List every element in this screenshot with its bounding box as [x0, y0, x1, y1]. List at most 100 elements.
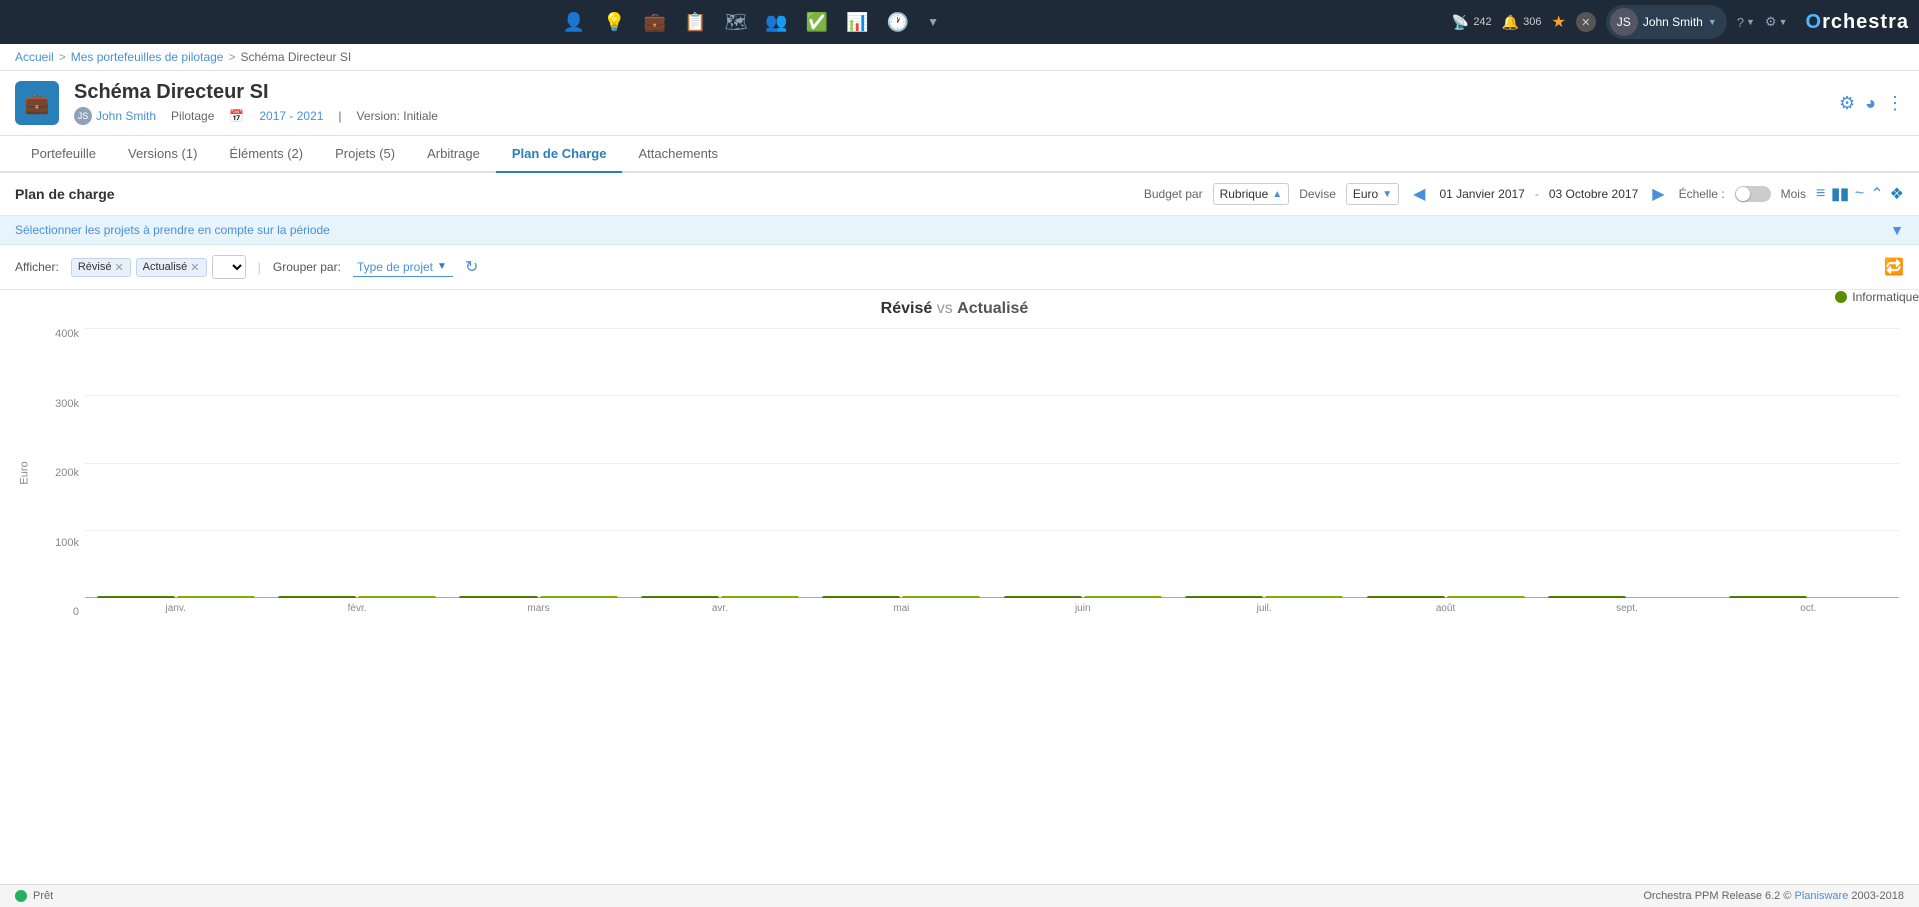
list-view-icon[interactable]: ≡: [1816, 185, 1825, 203]
footer-right: Orchestra PPM Release 6.2 © Planisware 2…: [1643, 890, 1904, 902]
avatar: JS: [1610, 8, 1638, 36]
more-action-icon[interactable]: ⋮: [1886, 93, 1904, 114]
hierarchy-icon[interactable]: 🗺: [725, 12, 748, 33]
settings-button[interactable]: ⚙ ▼: [1765, 14, 1788, 30]
nav-icons: 👤 💡 💼 📋 🗺 👥 ✅ 📊 🕐 ▼: [50, 12, 1452, 33]
groupby-label: Grouper par:: [273, 260, 341, 274]
settings-action-icon[interactable]: ⚙: [1839, 93, 1855, 114]
briefcase-icon[interactable]: 💼: [644, 12, 666, 33]
filter-link[interactable]: Sélectionner les projets à prendre en co…: [15, 223, 1882, 237]
page-title: Schéma Directeur SI: [74, 81, 1824, 104]
version-value: Version: Initiale: [357, 109, 438, 123]
month-label-janv.: janv.: [85, 603, 266, 614]
checkbox-icon[interactable]: ✅: [806, 12, 828, 33]
month-labels-row: janv.févr.marsavr.maijuinjuil.aoûtsept.o…: [85, 598, 1899, 618]
user-name: John Smith: [1643, 15, 1703, 29]
date-prev-button[interactable]: ◀: [1409, 184, 1429, 204]
month-label-juil.: juil.: [1173, 603, 1354, 614]
y-axis: 400k 300k 200k 100k 0: [40, 328, 85, 618]
user-menu[interactable]: JS John Smith ▼: [1606, 5, 1727, 39]
month-label-sept.: sept.: [1536, 603, 1717, 614]
breadcrumb-home[interactable]: Accueil: [15, 50, 54, 64]
pdc-title: Plan de charge: [15, 186, 115, 202]
logo: Orchestra: [1806, 11, 1910, 34]
groupby-caret-icon: ▼: [437, 261, 447, 272]
rss-icon: 📡: [1452, 14, 1469, 31]
tag-actualise-remove[interactable]: ✕: [190, 261, 199, 274]
toggle-thumb: [1736, 187, 1750, 201]
afficher-dropdown[interactable]: [212, 255, 246, 279]
tab-plan-de-charge[interactable]: Plan de Charge: [496, 136, 623, 173]
refresh-button[interactable]: ↻: [465, 257, 478, 277]
ctrl-tags: Révisé ✕ Actualisé ✕: [71, 255, 246, 279]
groupby-field[interactable]: Type de projet ▼: [353, 258, 453, 277]
breadcrumb-current: Schéma Directeur SI: [240, 50, 351, 64]
export-button[interactable]: 🔁: [1884, 257, 1904, 277]
tab-bar: Portefeuille Versions (1) Éléments (2) P…: [0, 136, 1919, 173]
tag-revise-remove[interactable]: ✕: [114, 261, 123, 274]
meta-avatar: JS: [74, 107, 92, 125]
rss-notification[interactable]: 📡 242: [1452, 14, 1492, 31]
budget-label: Budget par: [1144, 187, 1203, 201]
chart-area: Révisé vs Actualisé Informatique Euro 40…: [0, 290, 1919, 884]
chevron-down-icon[interactable]: ▼: [927, 15, 939, 29]
bar-chart-view-icon[interactable]: ▮▮: [1831, 184, 1849, 204]
planisware-link[interactable]: Planisware: [1795, 890, 1849, 902]
close-button[interactable]: ✕: [1576, 12, 1596, 32]
chart-action-icon[interactable]: ◕: [1865, 93, 1876, 114]
devise-caret: ▼: [1382, 189, 1392, 200]
tab-versions[interactable]: Versions (1): [112, 136, 213, 173]
footer: Prêt Orchestra PPM Release 6.2 © Planisw…: [0, 884, 1919, 907]
tab-elements[interactable]: Éléments (2): [213, 136, 319, 173]
status-text: Prêt: [33, 890, 53, 902]
chart-title: Révisé vs Actualisé: [10, 300, 1899, 318]
page-header: ▶ 💼 Schéma Directeur SI JS John Smith Pi…: [0, 71, 1919, 136]
budget-select[interactable]: Rubrique ▲: [1213, 183, 1290, 205]
fullscreen-icon[interactable]: ❖: [1890, 184, 1904, 204]
bell-count: 306: [1523, 16, 1541, 28]
month-label-oct.: oct.: [1718, 603, 1899, 614]
date-from: 01 Janvier 2017: [1439, 187, 1524, 201]
page-title-block: Schéma Directeur SI JS John Smith Pilota…: [74, 81, 1824, 125]
line-chart-view-icon[interactable]: ~: [1855, 185, 1864, 203]
clipboard-icon[interactable]: 📋: [684, 12, 706, 33]
devise-label: Devise: [1299, 187, 1336, 201]
breadcrumb-portfolios[interactable]: Mes portefeuilles de pilotage: [71, 50, 224, 64]
filter-chevron-icon[interactable]: ▼: [1890, 222, 1904, 238]
group-icon[interactable]: 👥: [765, 12, 787, 33]
scale-toggle[interactable]: [1735, 186, 1771, 202]
tab-projets[interactable]: Projets (5): [319, 136, 411, 173]
pdc-header: Plan de charge Budget par Rubrique ▲ Dev…: [0, 173, 1919, 216]
tab-portefeuille[interactable]: Portefeuille: [15, 136, 112, 173]
help-button[interactable]: ? ▼: [1737, 15, 1755, 30]
lightbulb-icon[interactable]: 💡: [603, 12, 625, 33]
toggle-track[interactable]: [1735, 186, 1771, 202]
area-chart-view-icon[interactable]: ⌃: [1870, 184, 1883, 204]
bell-notification[interactable]: 🔔 306: [1502, 14, 1542, 31]
status-dot: [15, 890, 27, 902]
chart-body: janv.févr.marsavr.maijuinjuil.aoûtsept.o…: [85, 328, 1899, 618]
person-icon[interactable]: 👤: [563, 12, 585, 33]
pilotage-label: Pilotage: [171, 109, 214, 123]
date-next-button[interactable]: ▶: [1648, 184, 1668, 204]
page-meta: JS John Smith Pilotage 📅 2017 - 2021 | V…: [74, 107, 1824, 125]
view-icons: ≡ ▮▮ ~ ⌃ ❖: [1816, 184, 1904, 204]
afficher-label: Afficher:: [15, 260, 59, 274]
date-range-icon: 📅: [229, 109, 244, 123]
month-label-juin: juin: [992, 603, 1173, 614]
devise-select[interactable]: Euro ▼: [1346, 183, 1399, 205]
scale-label: Échelle :: [1679, 187, 1725, 201]
scale-value: Mois: [1781, 187, 1806, 201]
copyright-text: Orchestra PPM Release 6.2 ©: [1643, 890, 1794, 902]
star-icon[interactable]: ★: [1551, 12, 1565, 32]
chart-bar-icon[interactable]: 📊: [846, 12, 868, 33]
clock-icon[interactable]: 🕐: [887, 12, 909, 33]
budget-caret: ▲: [1272, 189, 1282, 200]
month-label-févr.: févr.: [266, 603, 447, 614]
top-navigation: 👤 💡 💼 📋 🗺 👥 ✅ 📊 🕐 ▼ 📡 242 🔔 306 ★ ✕ JS: [0, 0, 1919, 44]
month-label-avr.: avr.: [629, 603, 810, 614]
breadcrumb: Accueil > Mes portefeuilles de pilotage …: [0, 44, 1919, 71]
tab-attachements[interactable]: Attachements: [622, 136, 734, 173]
tab-arbitrage[interactable]: Arbitrage: [411, 136, 496, 173]
page-meta-user[interactable]: JS John Smith: [74, 107, 156, 125]
